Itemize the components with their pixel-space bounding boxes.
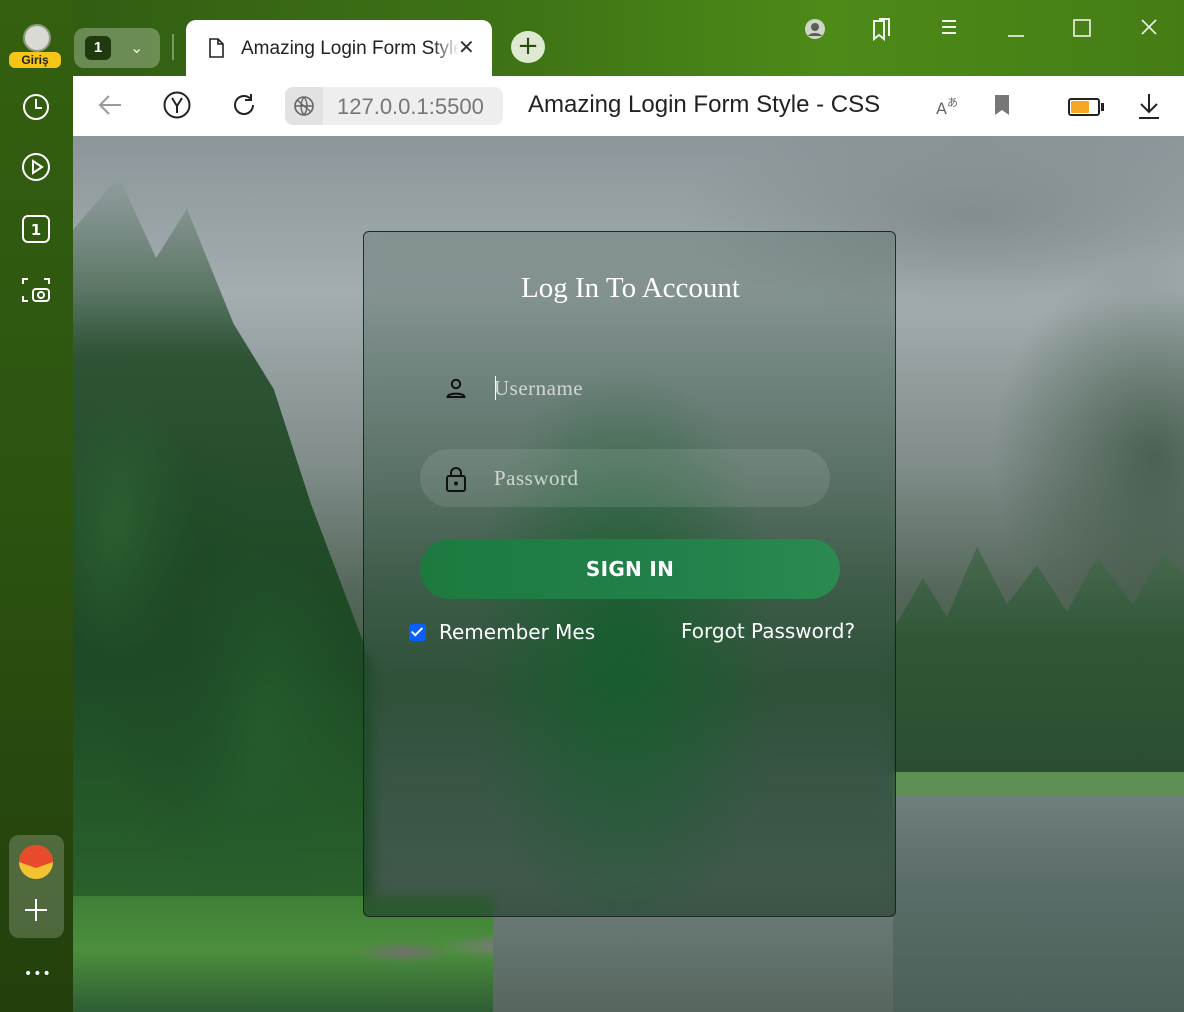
password-field [420,449,830,507]
active-tab[interactable]: Amazing Login Form Style - CSS ✕ [186,20,492,78]
password-input[interactable] [494,459,794,497]
new-tab-button[interactable]: + [511,31,545,63]
menu-icon[interactable] [940,18,958,40]
url-field[interactable]: 127.0.0.1:5500 [285,87,503,125]
back-icon[interactable] [97,93,123,121]
lock-icon [444,466,468,496]
profile-button[interactable]: Giriş [9,24,62,70]
url-text: 127.0.0.1:5500 [337,94,484,119]
divider [172,34,174,60]
background-forest-right [893,546,1184,786]
tab-count: 1 [85,36,111,60]
address-page-title: Amazing Login Form Style - CSS [528,91,881,118]
tab-title: Amazing Login Form Style - CSS [241,38,459,59]
file-icon [208,38,224,62]
remember-label: Remember Mes [439,620,596,644]
background-lake [893,796,1184,1012]
minimize-icon[interactable] [1006,18,1026,42]
remember-me[interactable]: Remember Mes [409,618,595,646]
battery-level [1071,101,1090,113]
window-close-icon[interactable] [1140,18,1158,40]
download-icon[interactable] [1137,92,1161,124]
chevron-down-icon: ⌄ [130,38,144,57]
user-icon [444,376,468,404]
mail-icon[interactable] [17,843,55,885]
translate-icon[interactable]: Aあ [935,92,961,122]
bookmark-icon[interactable] [993,94,1011,120]
background-grass [893,772,1184,798]
tab-counter-button[interactable]: 1 ⌄ [74,28,160,68]
screenshot-icon[interactable] [20,274,52,310]
profile-badge: Giriş [9,52,61,68]
reload-icon[interactable] [231,92,257,122]
history-icon[interactable] [20,91,52,127]
text-caret [495,376,496,400]
login-card: Log In To Account SIGN IN Remember Mes F… [363,231,896,917]
username-input[interactable] [494,369,794,407]
sidebar-apps [9,835,64,938]
tab-one-icon[interactable]: 1 [20,213,52,249]
add-icon[interactable] [23,897,49,927]
account-icon[interactable] [804,18,826,44]
forgot-password-link[interactable]: Forgot Password? [681,619,855,643]
avatar [23,24,51,52]
globe-icon[interactable] [285,87,323,125]
sign-in-button[interactable]: SIGN IN [420,539,840,599]
username-field [420,359,830,417]
more-icon[interactable]: ••• [24,966,52,982]
background-forest [73,176,373,996]
svg-text:あ: あ [947,96,958,109]
close-icon[interactable]: ✕ [458,35,475,59]
svg-text:1: 1 [31,221,41,239]
svg-text:A: A [936,99,947,118]
collections-icon[interactable] [870,18,892,46]
address-bar: 127.0.0.1:5500 Amazing Login Form Style … [73,76,1184,136]
page-viewport: Log In To Account SIGN IN Remember Mes F… [73,136,1184,1012]
maximize-icon[interactable] [1072,18,1092,42]
play-icon[interactable] [20,151,52,187]
login-title: Log In To Account [521,272,740,304]
battery-icon[interactable] [1068,98,1104,116]
yandex-icon[interactable] [162,90,192,124]
remember-checkbox[interactable] [409,623,426,641]
